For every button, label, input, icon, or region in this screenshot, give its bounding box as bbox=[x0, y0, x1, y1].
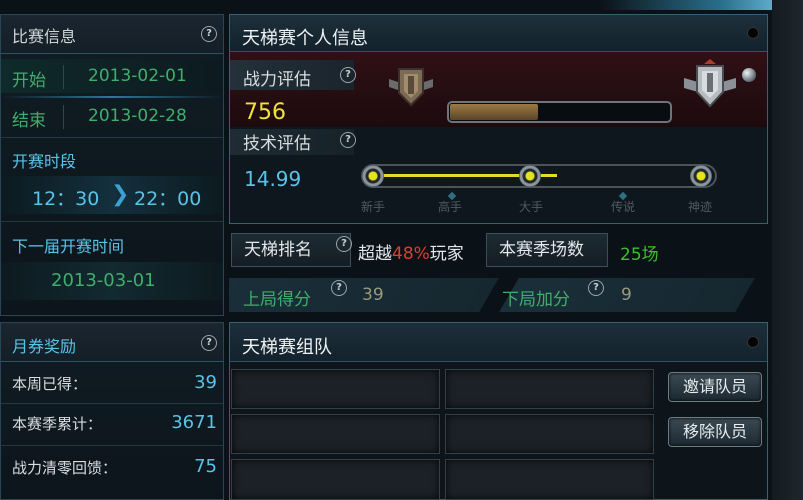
match-info-header: 比赛信息 ? bbox=[1, 15, 223, 54]
match-info-panel: 比赛信息 ? 开始 2013-02-01 结束 2013-02-28 开赛时段 … bbox=[0, 14, 224, 316]
skill-tick-legend: 传说 bbox=[611, 200, 636, 214]
power-label: 战力评估 bbox=[243, 70, 311, 90]
next-season-bar: 2013-03-01 bbox=[1, 262, 223, 300]
divider bbox=[1, 221, 223, 222]
invite-member-button[interactable]: 邀请队员 bbox=[668, 372, 762, 402]
team-slot[interactable] bbox=[231, 369, 440, 409]
period-end: 22：00 bbox=[134, 188, 202, 210]
team-slot[interactable] bbox=[445, 369, 654, 409]
arrow-right-icon: ❯ bbox=[111, 182, 130, 207]
rank-label: 天梯排名 bbox=[244, 240, 312, 260]
power-progress-fill bbox=[450, 104, 539, 120]
voucher-value: 3671 bbox=[171, 412, 217, 433]
skill-tick-myth: 神迹 bbox=[688, 200, 713, 214]
ladder-personal-header: 天梯赛个人信息 bbox=[230, 15, 767, 52]
team-slot[interactable] bbox=[231, 459, 440, 500]
help-icon[interactable]: ? bbox=[331, 280, 347, 296]
score-row: 上局得分 ? 39 下局加分 ? 9 bbox=[229, 276, 769, 314]
season-count-label-box: 本赛季场数 bbox=[486, 233, 608, 267]
team-title: 天梯赛组队 bbox=[242, 337, 332, 358]
rank-label-box: 天梯排名 bbox=[231, 233, 351, 267]
voucher-label: 本赛季累计： bbox=[12, 415, 103, 433]
power-row: 战力评估 ? 756 bbox=[230, 52, 767, 127]
help-icon[interactable]: ? bbox=[340, 67, 356, 83]
next-bonus-label: 下局加分 bbox=[502, 290, 570, 310]
rank-prefix: 超越 bbox=[358, 244, 392, 264]
end-date: 2013-02-28 bbox=[88, 106, 187, 126]
divider bbox=[1, 403, 223, 404]
team-slot[interactable] bbox=[231, 414, 440, 454]
next-season-date: 2013-03-01 bbox=[51, 270, 156, 291]
voucher-header: 月券奖励 ? bbox=[1, 323, 223, 362]
remove-member-button[interactable]: 移除队员 bbox=[668, 417, 762, 447]
voucher-title: 月券奖励 bbox=[12, 337, 77, 356]
team-header: 天梯赛组队 bbox=[230, 323, 767, 362]
next-bonus-value: 9 bbox=[621, 285, 632, 305]
season-count-value: 25场 bbox=[620, 245, 659, 265]
power-value: 756 bbox=[244, 100, 286, 125]
close-dot-icon[interactable] bbox=[747, 27, 759, 39]
last-score-label: 上局得分 bbox=[243, 290, 311, 310]
rank-percent: 48% bbox=[392, 244, 430, 264]
start-label: 开始 bbox=[12, 71, 46, 91]
skill-row: 技术评估 ? 14.99 新手 高手 大手 传说 神迹 bbox=[230, 127, 767, 223]
silver-shield-icon bbox=[684, 59, 736, 108]
voucher-row-reset: 战力清零回馈： 75 bbox=[1, 449, 223, 485]
period-label: 开赛时段 bbox=[12, 152, 77, 171]
skill-value: 14.99 bbox=[244, 167, 302, 191]
skill-tick-novice: 新手 bbox=[361, 200, 386, 214]
period-start: 12：30 bbox=[32, 188, 100, 210]
divider bbox=[1, 96, 223, 98]
voucher-row-week: 本周已得： 39 bbox=[1, 365, 223, 401]
divider bbox=[1, 137, 223, 138]
season-count-label: 本赛季场数 bbox=[499, 240, 584, 260]
start-row: 开始 2013-02-01 bbox=[1, 59, 223, 93]
help-icon[interactable]: ? bbox=[336, 236, 352, 252]
rank-text: 超越48%玩家 bbox=[358, 239, 464, 264]
period-bar: 12：30 ❯ 22：00 bbox=[1, 176, 223, 214]
help-icon[interactable]: ? bbox=[588, 280, 604, 296]
close-dot-icon[interactable] bbox=[747, 336, 759, 348]
voucher-value: 39 bbox=[194, 372, 217, 393]
power-progress-track bbox=[447, 101, 672, 123]
help-icon[interactable]: ? bbox=[201, 26, 217, 42]
skill-tick-master: 大手 bbox=[519, 200, 544, 214]
voucher-panel: 月券奖励 ? 本周已得： 39 本赛季累计： 3671 战力清零回馈： 75 bbox=[0, 322, 224, 500]
voucher-label: 战力清零回馈： bbox=[12, 459, 118, 477]
ladder-personal-title: 天梯赛个人信息 bbox=[242, 28, 368, 49]
help-icon[interactable]: ? bbox=[201, 335, 217, 351]
team-slot[interactable] bbox=[445, 414, 654, 454]
skill-node bbox=[362, 165, 384, 187]
start-date: 2013-02-01 bbox=[88, 66, 187, 86]
team-slot[interactable] bbox=[445, 459, 654, 500]
ladder-personal-panel: 天梯赛个人信息 战力评估 ? 756 技术评估 ? 14.99 新手 高手 大手… bbox=[229, 14, 768, 224]
end-row: 结束 2013-02-28 bbox=[1, 99, 223, 133]
end-label: 结束 bbox=[12, 111, 46, 131]
voucher-label: 本周已得： bbox=[12, 375, 88, 393]
voucher-value: 75 bbox=[194, 456, 217, 477]
skill-node bbox=[519, 165, 541, 187]
right-edge-frame bbox=[772, 0, 803, 500]
match-info-title: 比赛信息 bbox=[12, 27, 77, 46]
divider bbox=[1, 445, 223, 446]
skill-node bbox=[690, 165, 712, 187]
bronze-shield-icon bbox=[389, 68, 433, 107]
skill-label: 技术评估 bbox=[243, 134, 311, 154]
next-season-label: 下一届开赛时间 bbox=[12, 237, 125, 256]
orb-icon bbox=[742, 68, 756, 82]
last-score-value: 39 bbox=[362, 285, 384, 305]
divider bbox=[63, 65, 64, 89]
help-icon[interactable]: ? bbox=[340, 132, 356, 148]
divider bbox=[63, 105, 64, 129]
rank-suffix: 玩家 bbox=[429, 244, 464, 264]
skill-tick-expert: 高手 bbox=[438, 200, 463, 214]
voucher-row-season: 本赛季累计： 3671 bbox=[1, 405, 223, 441]
